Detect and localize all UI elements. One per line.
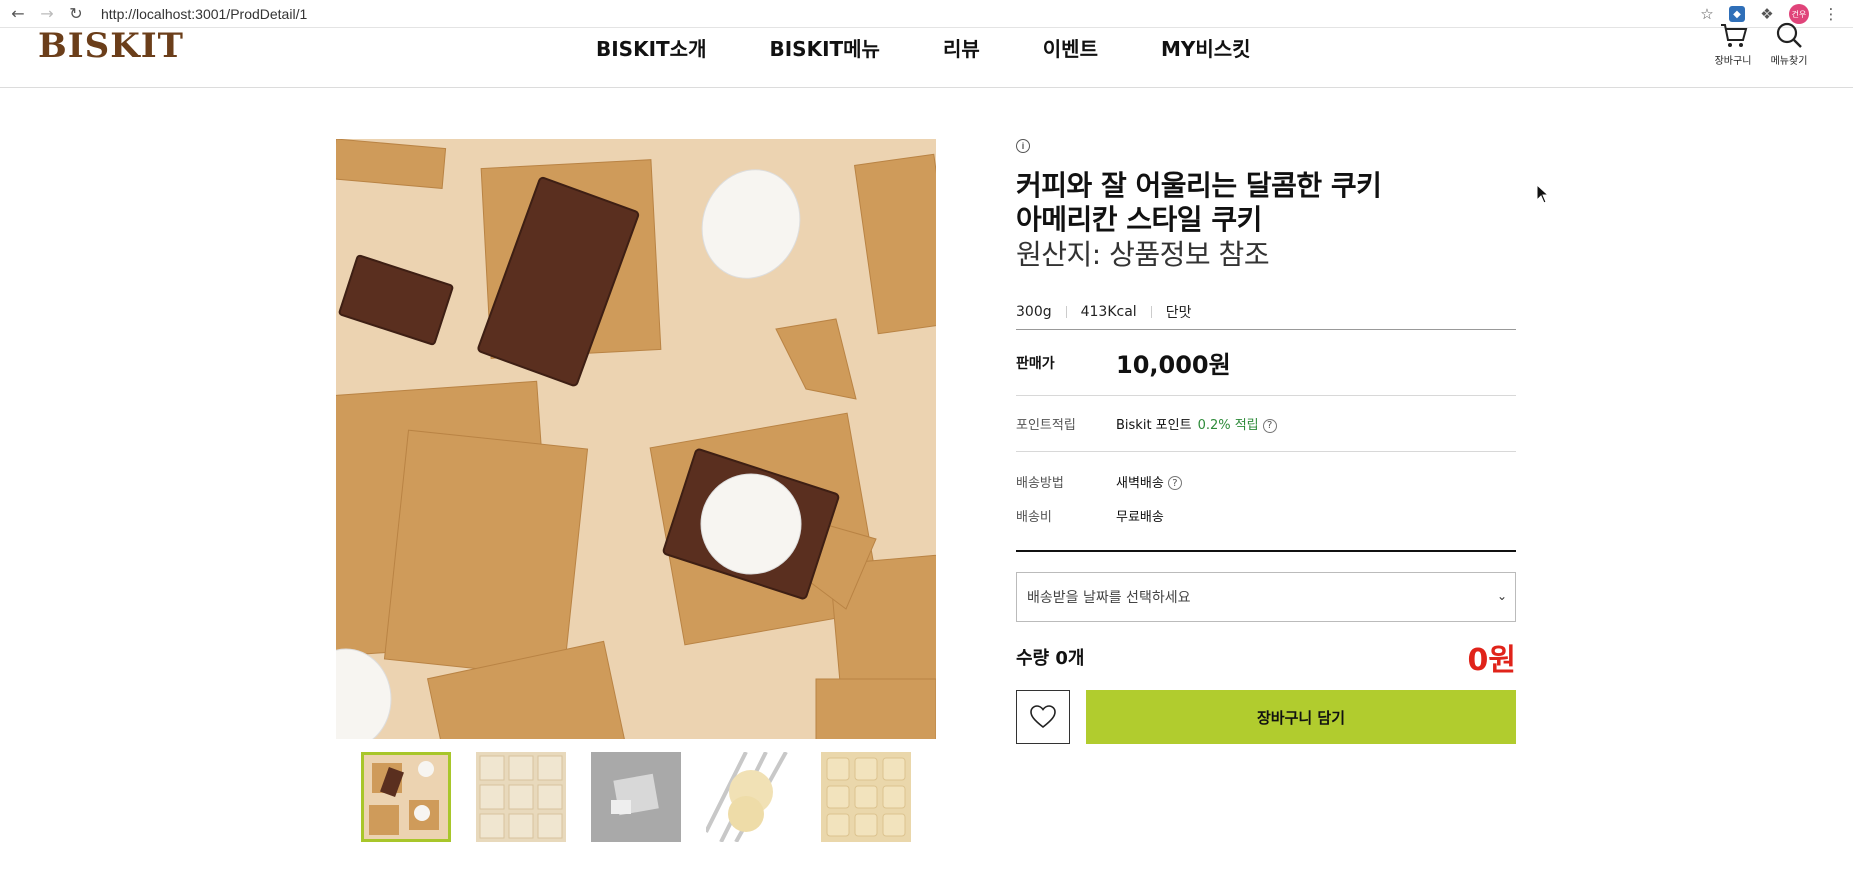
thumbnail-round-cookies-image	[706, 752, 796, 842]
cart-label: 장바구니	[1714, 56, 1752, 67]
quantity-text: 수량 0개	[1016, 648, 1085, 669]
mouse-cursor-icon	[1536, 184, 1550, 204]
spec-divider	[1065, 306, 1067, 318]
shipping-method-label: 배송방법	[1016, 475, 1064, 491]
product-origin: 원산지: 상품정보 참조	[1016, 238, 1270, 271]
search-label: 메뉴찾기	[1770, 56, 1808, 67]
add-to-cart-button[interactable]: 장바구니 담기	[1086, 690, 1516, 744]
heart-icon	[1030, 705, 1056, 729]
nav-item-menu[interactable]: BISKIT메뉴	[769, 33, 879, 62]
spec-calories: 413Kcal	[1080, 304, 1137, 320]
point-text: Biskit 포인트	[1116, 418, 1192, 433]
price-value: 10,000원	[1116, 351, 1231, 379]
point-row: 포인트적립 Biskit 포인트 0.2% 적립?	[1016, 395, 1516, 451]
smores-photo	[336, 139, 936, 739]
thumbnail-5[interactable]	[821, 752, 911, 842]
delivery-date-placeholder: 배송받을 날짜를 선택하세요	[1027, 590, 1191, 606]
reload-icon[interactable]: ↻	[65, 3, 87, 25]
spec-divider	[1150, 306, 1152, 318]
thumbnail-strip	[361, 752, 936, 842]
back-arrow-icon[interactable]: ←	[7, 3, 29, 25]
search-link[interactable]: 메뉴찾기	[1761, 20, 1817, 67]
product-main-image	[336, 139, 936, 739]
nav-item-intro[interactable]: BISKIT소개	[596, 33, 706, 62]
product-info: 커피와 잘 어울리는 달콤한 쿠키 아메리칸 스타일 쿠키 원산지: 상품정보 …	[1016, 139, 1516, 744]
url-text[interactable]: http://localhost:3001/ProdDetail/1	[101, 6, 307, 22]
nav-item-event[interactable]: 이벤트	[1043, 33, 1098, 62]
thumbnail-square-cookies-image	[821, 752, 911, 842]
point-label: 포인트적립	[1016, 418, 1076, 433]
shipping-method-text: 새벽배송	[1116, 475, 1164, 491]
point-value: Biskit 포인트 0.2% 적립?	[1116, 414, 1277, 433]
main-nav: BISKIT소개 BISKIT메뉴 리뷰 이벤트 MY비스킷	[596, 33, 1314, 62]
menu-dots-icon[interactable]: ⋮	[1820, 3, 1842, 25]
help-icon[interactable]: ?	[1167, 476, 1182, 490]
spec-taste: 단맛	[1165, 305, 1192, 321]
thumbnail-3[interactable]	[591, 752, 681, 842]
header-utilities: 장바구니 메뉴찾기	[1705, 20, 1817, 67]
shipping-fee-row: 배송비 무료배송	[1016, 498, 1516, 532]
delivery-date-select[interactable]: 배송받을 날짜를 선택하세요 ⌄	[1016, 572, 1516, 622]
nav-item-review[interactable]: 리뷰	[943, 33, 980, 62]
search-icon	[1776, 22, 1802, 48]
site-header: BISKIT BISKIT소개 BISKIT메뉴 리뷰 이벤트 MY비스킷 장바…	[0, 22, 1853, 88]
thumbnail-2[interactable]	[476, 752, 566, 842]
shipping-fee-label: 배송비	[1016, 509, 1052, 525]
thumbnail-wrapped-image	[591, 752, 681, 842]
address-bar[interactable]: i http://localhost:3001/ProdDetail/1	[101, 6, 1030, 153]
wishlist-button[interactable]	[1016, 690, 1070, 744]
shipping-method-row: 배송방법 새벽배송?	[1016, 464, 1516, 498]
thumbnail-smores-image	[364, 755, 448, 839]
product-specs: 300g 413Kcal 단맛	[1016, 295, 1516, 329]
forward-arrow-icon[interactable]: →	[36, 3, 58, 25]
price-row: 판매가 10,000원	[1016, 329, 1516, 395]
price-label: 판매가	[1016, 355, 1055, 372]
product-title: 커피와 잘 어울리는 달콤한 쿠키	[1016, 169, 1382, 202]
browser-toolbar: ← → ↻ i http://localhost:3001/ProdDetail…	[0, 0, 1853, 153]
shipping-method-value: 새벽배송?	[1116, 472, 1182, 491]
cart-link[interactable]: 장바구니	[1705, 20, 1761, 67]
thumbnail-1[interactable]	[361, 752, 451, 842]
help-icon[interactable]: ?	[1262, 418, 1277, 433]
cart-icon	[1721, 24, 1748, 47]
product-subtitle: 아메리칸 스타일 쿠키	[1016, 203, 1262, 236]
thumbnail-cookie-grid-image	[476, 752, 566, 842]
total-price: 0원	[1467, 643, 1516, 678]
thumbnail-4[interactable]	[706, 752, 796, 842]
buy-actions: 장바구니 담기	[1016, 690, 1516, 744]
nav-item-mybiskit[interactable]: MY비스킷	[1161, 33, 1251, 62]
shipping-fee-value: 무료배송	[1116, 509, 1164, 525]
chevron-down-icon: ⌄	[1496, 589, 1507, 603]
site-logo[interactable]: BISKIT	[38, 26, 184, 66]
shipping-info: 배송방법 새벽배송? 배송비 무료배송	[1016, 451, 1516, 552]
quantity-row: 수량 0개 0원	[1016, 640, 1516, 678]
point-rate: 0.2% 적립	[1197, 418, 1259, 433]
spec-weight: 300g	[1016, 304, 1052, 320]
